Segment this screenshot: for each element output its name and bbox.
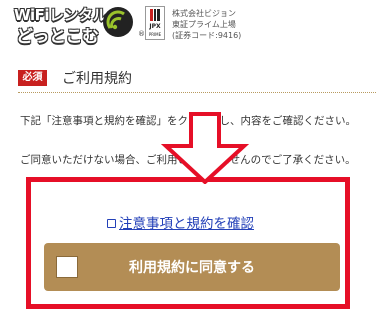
required-badge: 必須 [18,70,47,86]
external-link-icon [107,219,116,228]
company-info: 株式会社ビジョン 東証プライム上場 (証券コード:9416) [172,8,241,41]
company-code: (証券コード:9416) [172,31,242,40]
down-arrow-overlay-icon [160,112,250,184]
registered-mark: ® [138,30,145,38]
terms-link[interactable]: 注意事項と規約を確認 [107,212,254,232]
divider [18,92,376,93]
terms-link-label: 注意事項と規約を確認 [119,216,254,232]
company-name: 株式会社ビジョン [172,9,236,18]
jpx-sub: PRIME [148,32,162,37]
agree-button-label: 利用規約に同意する [129,260,255,276]
site-logo[interactable]: WiFiレンタル どっとこむ ® [14,2,145,47]
company-listing: 東証プライム上場 [172,20,236,29]
jpx-label: JPX [149,23,161,30]
jpx-logo: JPX PRIME [145,6,165,40]
jpx-mark-icon [150,9,160,21]
section-title: ご利用規約 [62,71,132,87]
wifi-icon [103,7,133,37]
agree-button[interactable]: 利用規約に同意する [44,243,340,291]
logo-line2: どっとこむ [16,27,99,47]
